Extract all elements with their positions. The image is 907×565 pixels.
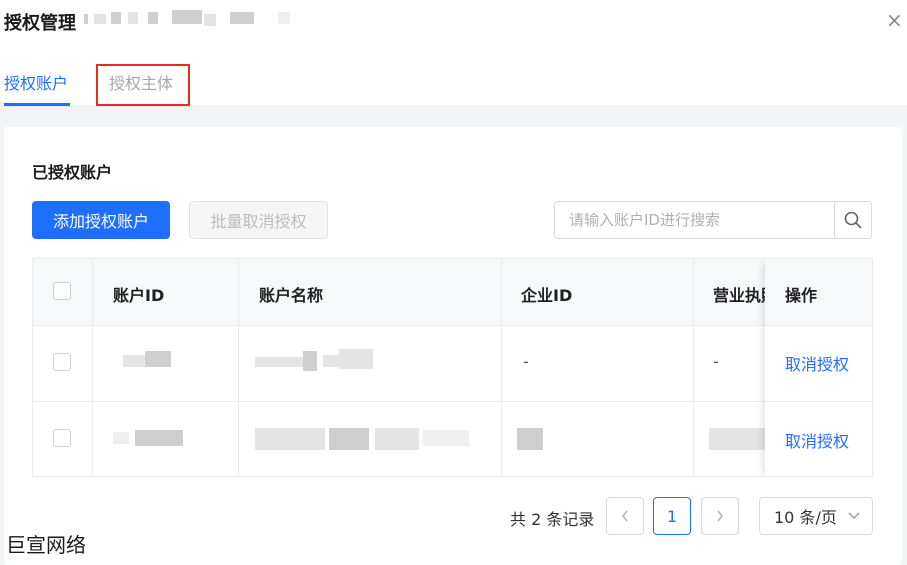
redacted-title-part xyxy=(204,14,216,26)
account-search xyxy=(554,201,872,239)
enterprise-id-cell: - xyxy=(523,352,529,371)
license-cell: - xyxy=(713,352,719,371)
dialog-title: 授权管理 xyxy=(4,13,76,34)
search-button[interactable] xyxy=(834,202,871,238)
redacted-account-name xyxy=(339,349,373,369)
annotation-highlight-box xyxy=(96,64,190,106)
add-authorized-account-button[interactable]: 添加授权账户 xyxy=(32,201,170,239)
table-row xyxy=(33,402,872,476)
section-title: 已授权账户 xyxy=(32,163,113,182)
dialog-header: 授权管理 × xyxy=(0,0,907,44)
column-header-account-id: 账户ID xyxy=(113,286,165,305)
search-icon xyxy=(844,211,862,229)
redacted-account-id xyxy=(113,432,129,444)
redacted-title-part xyxy=(111,12,121,24)
redacted-account-name xyxy=(255,428,325,450)
redacted-title-part xyxy=(94,14,106,24)
column-header-enterprise-id: 企业ID xyxy=(521,286,573,305)
accounts-table: 账户ID 账户名称 企业ID 营业执照 - xyxy=(32,258,873,477)
cancel-authorization-link[interactable]: 取消授权 xyxy=(785,428,849,452)
operation-column-header: 操作 xyxy=(765,259,872,326)
redacted-enterprise-id xyxy=(517,428,543,450)
operation-column: 操作 取消授权 取消授权 xyxy=(765,259,872,476)
chevron-down-icon xyxy=(848,512,860,519)
redacted-account-name xyxy=(323,355,339,367)
search-input[interactable] xyxy=(555,202,834,238)
redacted-title-part xyxy=(128,12,138,24)
redacted-title-part xyxy=(172,10,202,24)
column-header-license: 营业执照 xyxy=(713,286,765,305)
redacted-license xyxy=(709,428,765,450)
pagination-total: 共 2 条记录 xyxy=(510,510,595,529)
table-row: - - xyxy=(33,325,872,401)
page-size-value: 10 条/页 xyxy=(774,508,837,527)
select-all-checkbox[interactable] xyxy=(53,282,71,300)
row-checkbox[interactable] xyxy=(53,429,71,447)
cancel-authorization-link[interactable]: 取消授权 xyxy=(785,351,849,375)
page-number-button[interactable]: 1 xyxy=(653,497,691,535)
close-icon[interactable]: × xyxy=(886,10,903,30)
column-header-operation: 操作 xyxy=(785,286,818,305)
prev-page-button[interactable] xyxy=(606,497,644,535)
next-page-button[interactable] xyxy=(701,497,739,535)
content-area: 已授权账户 添加授权账户 批量取消授权 账户ID 账户名称 企业ID 营业执照 xyxy=(0,107,907,565)
redacted-account-name xyxy=(375,428,419,450)
redacted-account-name xyxy=(423,430,469,446)
tab-authorized-accounts[interactable]: 授权账户 xyxy=(4,70,68,94)
watermark-text: 巨宣网络 xyxy=(6,533,86,557)
redacted-title-part xyxy=(230,12,254,24)
redacted-account-name xyxy=(255,357,305,367)
redacted-account-id xyxy=(145,351,171,367)
table-header: 账户ID 账户名称 企业ID 营业执照 xyxy=(33,259,872,326)
active-tab-indicator xyxy=(4,103,70,106)
column-header-license-clip: 营业执照 xyxy=(713,259,765,325)
redacted-account-id xyxy=(135,430,183,446)
column-header-account-name: 账户名称 xyxy=(259,286,324,305)
redacted-title-part xyxy=(278,12,290,24)
redacted-title-part xyxy=(148,12,158,24)
redacted-account-name xyxy=(303,351,317,371)
chevron-left-icon xyxy=(622,510,628,522)
row-checkbox[interactable] xyxy=(53,353,71,371)
chevron-right-icon xyxy=(717,510,723,522)
accounts-card: 已授权账户 添加授权账户 批量取消授权 账户ID 账户名称 企业ID 营业执照 xyxy=(4,127,902,565)
redacted-account-name xyxy=(329,428,369,450)
page-size-select[interactable]: 10 条/页 xyxy=(759,497,873,535)
batch-cancel-authorization-button: 批量取消授权 xyxy=(189,201,328,239)
redacted-title-part xyxy=(84,14,88,24)
